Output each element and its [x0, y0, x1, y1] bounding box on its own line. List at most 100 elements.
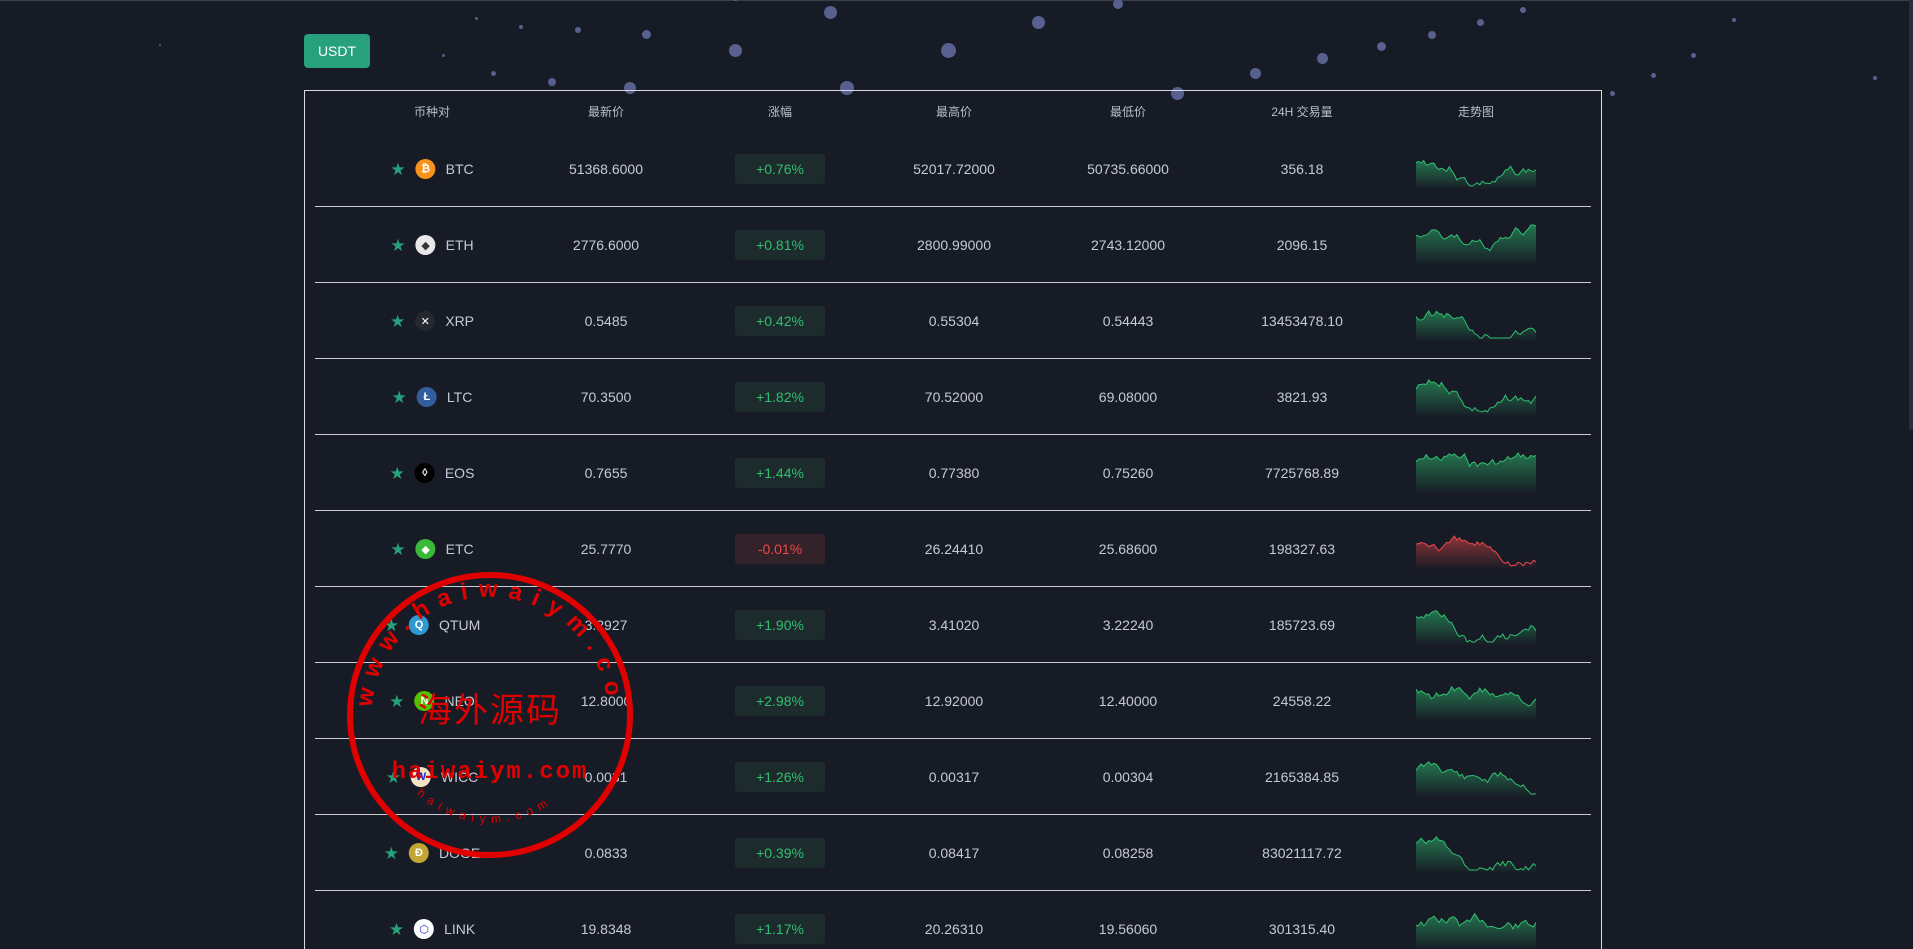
sparkline-area	[1416, 686, 1536, 722]
pair-cell: ★ ◆ ETH	[390, 235, 474, 255]
change-cell: +0.42%	[735, 306, 825, 336]
low-price: 69.08000	[1098, 389, 1158, 405]
particle-dot	[823, 5, 837, 19]
high-price: 0.77380	[928, 465, 980, 481]
scrollbar[interactable]	[1909, 0, 1913, 430]
watermark-domain-text: haiwaiym.com	[392, 759, 589, 786]
trend-cell	[1415, 146, 1537, 193]
pair-symbol: EOS	[444, 465, 475, 481]
favorite-star-icon[interactable]: ★	[390, 541, 405, 558]
sparkline-chart	[1415, 535, 1537, 570]
low-price: 0.54443	[1102, 313, 1154, 329]
particle-dot	[159, 44, 161, 46]
change-badge: +1.26%	[735, 762, 825, 792]
latest-price: 25.7770	[580, 541, 632, 557]
header-low: 最低价	[1109, 104, 1147, 119]
page: USDT 币种对 最新价 涨幅 最高价 最低价 24H 交易量 走势图 ★ ₿ BT…	[0, 0, 1913, 949]
table-row[interactable]: ★ ✕ XRP 0.5485 +0.42% 0.55304 0.54443 13453478.…	[305, 283, 1601, 359]
favorite-star-icon[interactable]: ★	[390, 237, 405, 254]
change-cell: +0.39%	[735, 838, 825, 868]
low-price: 0.75260	[1102, 465, 1154, 481]
particle-dot	[641, 29, 651, 39]
usdt-tab-button[interactable]: USDT	[304, 34, 370, 68]
particle-dot	[1609, 90, 1615, 96]
sparkline-chart	[1415, 836, 1537, 874]
pair-cell: ★ ◆ ETC	[390, 539, 474, 559]
pair-cell: ★ ⬡ LINK	[389, 919, 475, 939]
change-cell: +1.44%	[735, 458, 825, 488]
sparkline-area	[1416, 536, 1536, 570]
change-cell: +0.81%	[735, 230, 825, 260]
header-change: 涨幅	[767, 104, 793, 119]
particle-dot	[1732, 18, 1736, 22]
low-price: 0.00304	[1102, 769, 1154, 785]
latest-price: 19.8348	[580, 921, 632, 937]
sparkline-chart	[1415, 912, 1537, 949]
pair-symbol: XRP	[445, 313, 475, 329]
header-pair: 币种对	[413, 104, 451, 119]
table-row[interactable]: ★ Ł LTC 70.3500 +1.82% 70.52000 69.08000 3821.9…	[305, 359, 1601, 435]
high-price: 0.00317	[928, 769, 980, 785]
favorite-star-icon[interactable]: ★	[390, 161, 405, 178]
ethereum-classic-icon: ◆	[415, 539, 436, 559]
sparkline-chart	[1415, 159, 1537, 190]
low-price: 2743.12000	[1091, 237, 1165, 253]
favorite-star-icon[interactable]: ★	[389, 921, 404, 938]
table-row[interactable]: ★ ⬡ LINK 19.8348 +1.17% 20.26310 19.56060 30131…	[305, 891, 1601, 949]
header-latest-price: 最新价	[587, 104, 625, 119]
change-badge: +0.42%	[735, 306, 825, 336]
pair-cell: ★ ₿ BTC	[390, 159, 474, 179]
high-price: 0.08417	[928, 845, 980, 861]
particle-dot	[1520, 7, 1526, 13]
low-price: 12.40000	[1098, 693, 1158, 709]
sparkline-chart	[1415, 761, 1537, 798]
particle-dot	[731, 0, 739, 1]
volume-24h: 83021117.72	[1262, 845, 1342, 861]
volume-24h: 24558.22	[1272, 693, 1332, 709]
pair-cell: ★ Ł LTC	[392, 387, 473, 407]
particle-dot	[1650, 72, 1656, 78]
watermark-ring-text: www.haiwaiym.com	[345, 570, 629, 710]
favorite-star-icon[interactable]: ★	[390, 465, 405, 482]
latest-price: 2776.6000	[572, 237, 640, 253]
particle-dot	[1031, 15, 1045, 29]
volume-24h: 198327.63	[1268, 541, 1336, 557]
change-badge: +1.82%	[735, 382, 825, 412]
particle-dot	[575, 27, 581, 33]
particle-dot	[728, 43, 742, 57]
sparkline-chart	[1415, 224, 1537, 266]
sparkline-area	[1416, 379, 1536, 418]
latest-price: 0.7655	[584, 465, 628, 481]
pair-symbol: BTC	[445, 161, 474, 177]
trend-cell	[1415, 222, 1537, 269]
header-high: 最高价	[935, 104, 973, 119]
high-price: 2800.99000	[917, 237, 991, 253]
sparkline-chart	[1415, 378, 1537, 418]
header-volume: 24H 交易量	[1271, 104, 1333, 119]
change-badge: -0.01%	[735, 534, 825, 564]
volume-24h: 2165384.85	[1265, 769, 1339, 785]
change-cell: +2.98%	[735, 686, 825, 716]
particle-dot	[1376, 41, 1386, 51]
latest-price: 0.5485	[584, 313, 628, 329]
favorite-star-icon[interactable]: ★	[390, 313, 405, 330]
change-cell: -0.01%	[735, 534, 825, 564]
favorite-star-icon[interactable]: ★	[392, 389, 407, 406]
change-badge: +1.90%	[735, 610, 825, 640]
high-price: 0.55304	[928, 313, 980, 329]
trend-cell	[1415, 906, 1537, 949]
watermark-small-text: haiwaiym.com	[415, 786, 555, 826]
particle-dot	[1316, 52, 1328, 64]
trend-cell	[1415, 374, 1537, 421]
table-row[interactable]: ★ ₿ BTC 51368.6000 +0.76% 52017.72000 50735.66…	[305, 131, 1601, 207]
trend-cell	[1415, 298, 1537, 345]
change-cell: +1.17%	[735, 914, 825, 944]
pair-symbol: ETC	[445, 541, 474, 557]
low-price: 0.08258	[1102, 845, 1154, 861]
trend-cell	[1415, 754, 1537, 801]
volume-24h: 3821.93	[1276, 389, 1328, 405]
table-row[interactable]: ★ ◊ EOS 0.7655 +1.44% 0.77380 0.75260 7725768.8…	[305, 435, 1601, 511]
table-row[interactable]: ★ ◆ ETH 2776.6000 +0.81% 2800.99000 2743.12000…	[305, 207, 1601, 283]
pair-symbol: LTC	[446, 389, 473, 405]
change-badge: +1.17%	[735, 914, 825, 944]
